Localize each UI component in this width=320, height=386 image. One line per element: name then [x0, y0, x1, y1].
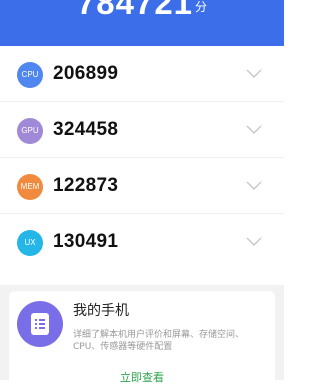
- total-score: 784721 分: [0, 0, 284, 22]
- my-phone-card[interactable]: 我的手机 详细了解本机用户评价和屏幕、存储空间、CPU、传感器等硬件配置 立即查…: [9, 291, 275, 386]
- view-now-link[interactable]: 立即查看: [9, 369, 275, 385]
- chevron-down-icon[interactable]: [246, 125, 262, 135]
- score-row-mem[interactable]: MEM 122873: [0, 158, 284, 214]
- score-row-ux[interactable]: UX 130491: [0, 214, 284, 270]
- chevron-down-icon[interactable]: [246, 237, 262, 247]
- score-unit: 分: [195, 0, 208, 14]
- document-icon: [17, 301, 63, 347]
- gpu-score: 324458: [53, 119, 119, 140]
- mem-score: 122873: [53, 175, 119, 196]
- cpu-badge-icon: CPU: [17, 62, 43, 88]
- cpu-score: 206899: [53, 63, 119, 84]
- total-score-value: 784721: [76, 0, 194, 21]
- mem-badge-icon: MEM: [17, 174, 43, 200]
- score-header: 784721 分: [0, 0, 284, 46]
- score-row-gpu[interactable]: GPU 324458: [0, 102, 284, 158]
- gpu-badge-icon: GPU: [17, 118, 43, 144]
- score-list: CPU 206899 GPU 324458 MEM 122873 UX 1304…: [0, 46, 284, 270]
- my-phone-description: 详细了解本机用户评价和屏幕、存储空间、CPU、传感器等硬件配置: [73, 330, 245, 352]
- score-row-cpu[interactable]: CPU 206899: [0, 46, 284, 102]
- ux-score: 130491: [53, 231, 119, 252]
- my-phone-title: 我的手机: [73, 303, 129, 319]
- chevron-down-icon[interactable]: [246, 181, 262, 191]
- ux-badge-icon: UX: [17, 230, 43, 256]
- chevron-down-icon[interactable]: [246, 69, 262, 79]
